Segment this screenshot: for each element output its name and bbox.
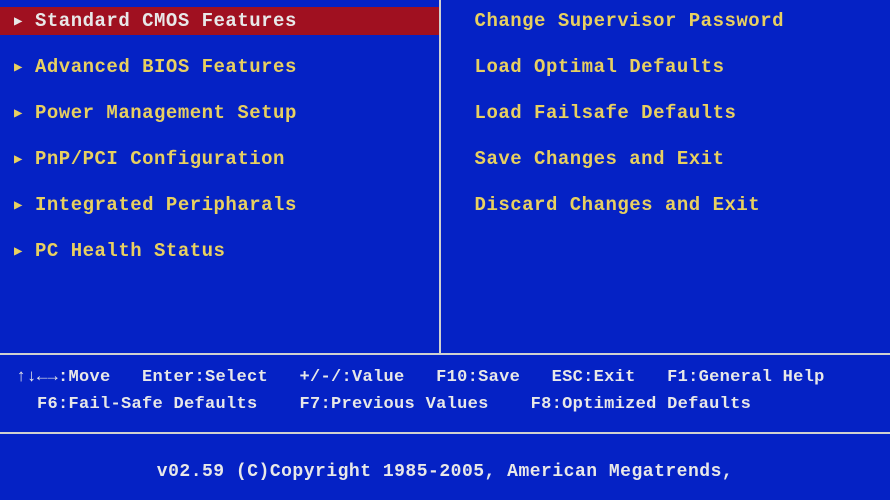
help-row-2: F6:Fail-Safe Defaults F7:Previous Values… — [16, 392, 874, 418]
menu-item-save-changes-exit[interactable]: Save Changes and Exit — [475, 145, 890, 173]
triangle-right-icon: ▶ — [14, 59, 27, 76]
menu-item-label: Load Optimal Defaults — [475, 56, 725, 78]
menu-item-label: Load Failsafe Defaults — [475, 102, 737, 124]
triangle-right-icon: ▶ — [14, 105, 27, 122]
menu-item-label: Standard CMOS Features — [35, 10, 297, 32]
menu-item-pc-health[interactable]: ▶ PC Health Status — [0, 237, 439, 265]
menu-column-left: ▶ Standard CMOS Features ▶ Advanced BIOS… — [0, 0, 441, 353]
key-help-bar: ↑↓←→:Move Enter:Select +/-/:Value F10:Sa… — [0, 355, 890, 434]
menu-item-integrated-peripherals[interactable]: ▶ Integrated Peripharals — [0, 191, 439, 219]
footer: v02.59 (C)Copyright 1985-2005, American … — [0, 434, 890, 500]
menu-item-label: Save Changes and Exit — [475, 148, 725, 170]
menu-item-change-supervisor-password[interactable]: Change Supervisor Password — [475, 7, 890, 35]
menu-item-advanced-bios[interactable]: ▶ Advanced BIOS Features — [0, 53, 439, 81]
copyright-text: v02.59 (C)Copyright 1985-2005, American … — [157, 462, 733, 482]
menu-item-label: Power Management Setup — [35, 102, 297, 124]
menu-column-right: Change Supervisor Password Load Optimal … — [441, 0, 890, 353]
menu-item-label: Integrated Peripharals — [35, 194, 297, 216]
menu-item-label: Advanced BIOS Features — [35, 56, 297, 78]
menu-item-label: Change Supervisor Password — [475, 10, 784, 32]
menu-item-discard-changes-exit[interactable]: Discard Changes and Exit — [475, 191, 890, 219]
menu-area: ▶ Standard CMOS Features ▶ Advanced BIOS… — [0, 0, 890, 355]
bios-setup-screen: ▶ Standard CMOS Features ▶ Advanced BIOS… — [0, 0, 890, 500]
triangle-right-icon: ▶ — [14, 151, 27, 168]
menu-item-label: PnP/PCI Configuration — [35, 148, 285, 170]
menu-item-standard-cmos[interactable]: ▶ Standard CMOS Features — [0, 7, 439, 35]
menu-item-load-optimal-defaults[interactable]: Load Optimal Defaults — [475, 53, 890, 81]
menu-item-power-management[interactable]: ▶ Power Management Setup — [0, 99, 439, 127]
help-row-1: ↑↓←→:Move Enter:Select +/-/:Value F10:Sa… — [16, 365, 874, 391]
triangle-right-icon: ▶ — [14, 197, 27, 214]
triangle-right-icon: ▶ — [14, 243, 27, 260]
triangle-right-icon: ▶ — [14, 13, 27, 30]
menu-item-pnp-pci[interactable]: ▶ PnP/PCI Configuration — [0, 145, 439, 173]
menu-item-label: Discard Changes and Exit — [475, 194, 761, 216]
menu-item-load-failsafe-defaults[interactable]: Load Failsafe Defaults — [475, 99, 890, 127]
menu-item-label: PC Health Status — [35, 240, 225, 262]
